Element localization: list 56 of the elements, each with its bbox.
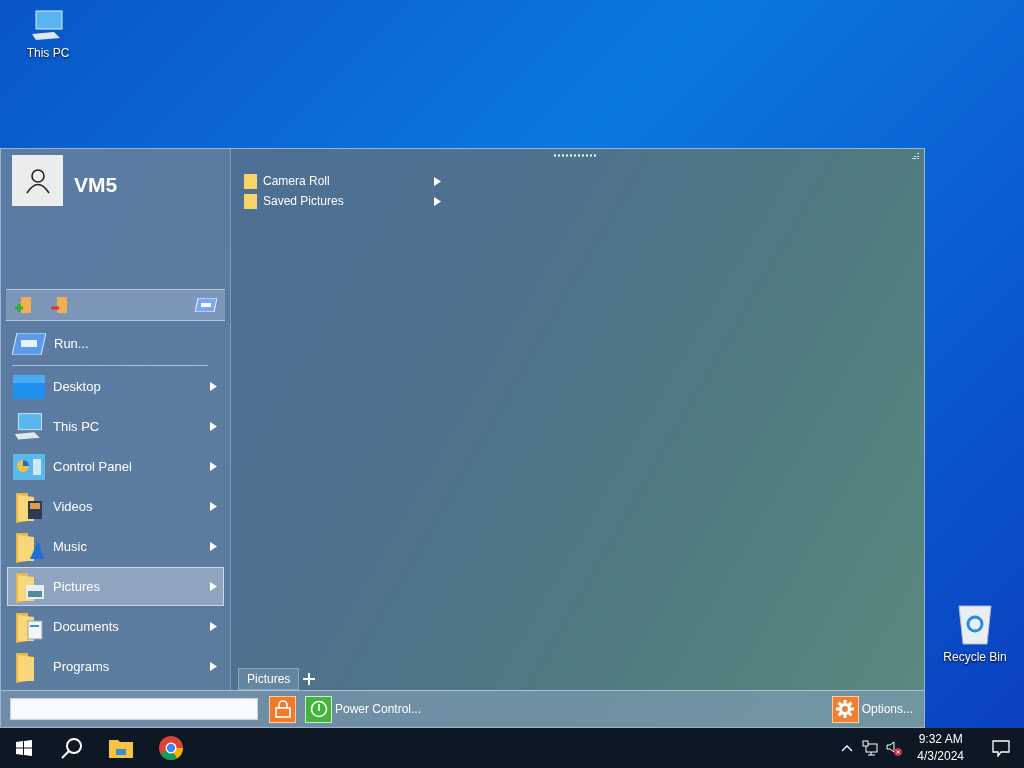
notification-icon[interactable] [992, 739, 1010, 757]
menu-item[interactable]: Desktop [7, 367, 224, 406]
folder-icon [244, 173, 257, 189]
menu-item[interactable]: Pictures [7, 567, 224, 606]
network-icon[interactable] [862, 740, 879, 756]
muted-speaker-icon[interactable] [886, 740, 904, 756]
power-icon [309, 700, 328, 718]
user-name: VM5 [74, 172, 118, 198]
add-tab-icon[interactable] [303, 673, 316, 685]
search-icon[interactable] [61, 737, 83, 759]
options-button[interactable]: Options... [831, 695, 913, 723]
resize-grip-icon[interactable] [912, 152, 920, 160]
folder-image-icon [14, 570, 44, 603]
folder-icon[interactable] [109, 738, 133, 758]
submenu-arrow-icon [210, 502, 217, 511]
window-icon[interactable] [195, 298, 217, 312]
folder-document-icon [14, 610, 44, 643]
submenu-item[interactable]: Saved Pictures [244, 191, 441, 211]
submenu-arrow-icon [210, 462, 217, 471]
submenu-arrow-icon [210, 582, 217, 591]
folder-note-icon [14, 530, 44, 563]
chevron-up-icon[interactable] [841, 744, 854, 752]
submenu-item[interactable]: Camera Roll [244, 171, 441, 191]
recycle-bin-icon [955, 602, 995, 646]
monitor-icon [13, 374, 45, 399]
menu-item[interactable]: Documents [7, 607, 224, 646]
submenu-arrow-icon [210, 662, 217, 671]
menu-item[interactable]: Programs [7, 647, 224, 686]
control-panel-icon [13, 453, 45, 480]
folder-icon [244, 193, 257, 209]
menu-item[interactable]: Videos [7, 487, 224, 526]
gear-icon [835, 699, 856, 719]
menu-item[interactable]: Music [7, 527, 224, 566]
drag-grip-icon[interactable] [553, 154, 599, 157]
lock-icon [274, 700, 291, 718]
computer-icon [30, 10, 66, 42]
power-button[interactable]: Power Control... [305, 695, 422, 723]
clock-time[interactable]: 9:32 AM [918, 731, 963, 748]
lock-button[interactable] [269, 695, 296, 723]
run-item[interactable]: Run... [1, 323, 230, 365]
menu-item[interactable]: Control Panel [7, 447, 224, 486]
folder-film-icon [14, 490, 44, 523]
submenu-arrow-icon [210, 542, 217, 551]
menu-item[interactable]: This PC [7, 407, 224, 446]
windows-start-icon[interactable] [16, 740, 32, 756]
submenu-arrow-icon [210, 422, 217, 431]
run-icon [12, 333, 46, 355]
search-field[interactable] [10, 698, 258, 720]
desktop-icon-label[interactable]: This PC [26, 44, 70, 62]
browser-icon[interactable] [158, 735, 184, 761]
submenu-arrow-icon [210, 382, 217, 391]
clock-date[interactable]: 4/3/2024 [917, 748, 964, 765]
user-icon [25, 167, 50, 194]
tab[interactable]: Pictures [238, 668, 300, 690]
submenu-arrow-icon [210, 622, 217, 631]
desktop-icon-label[interactable]: Recycle Bin [943, 648, 1007, 666]
